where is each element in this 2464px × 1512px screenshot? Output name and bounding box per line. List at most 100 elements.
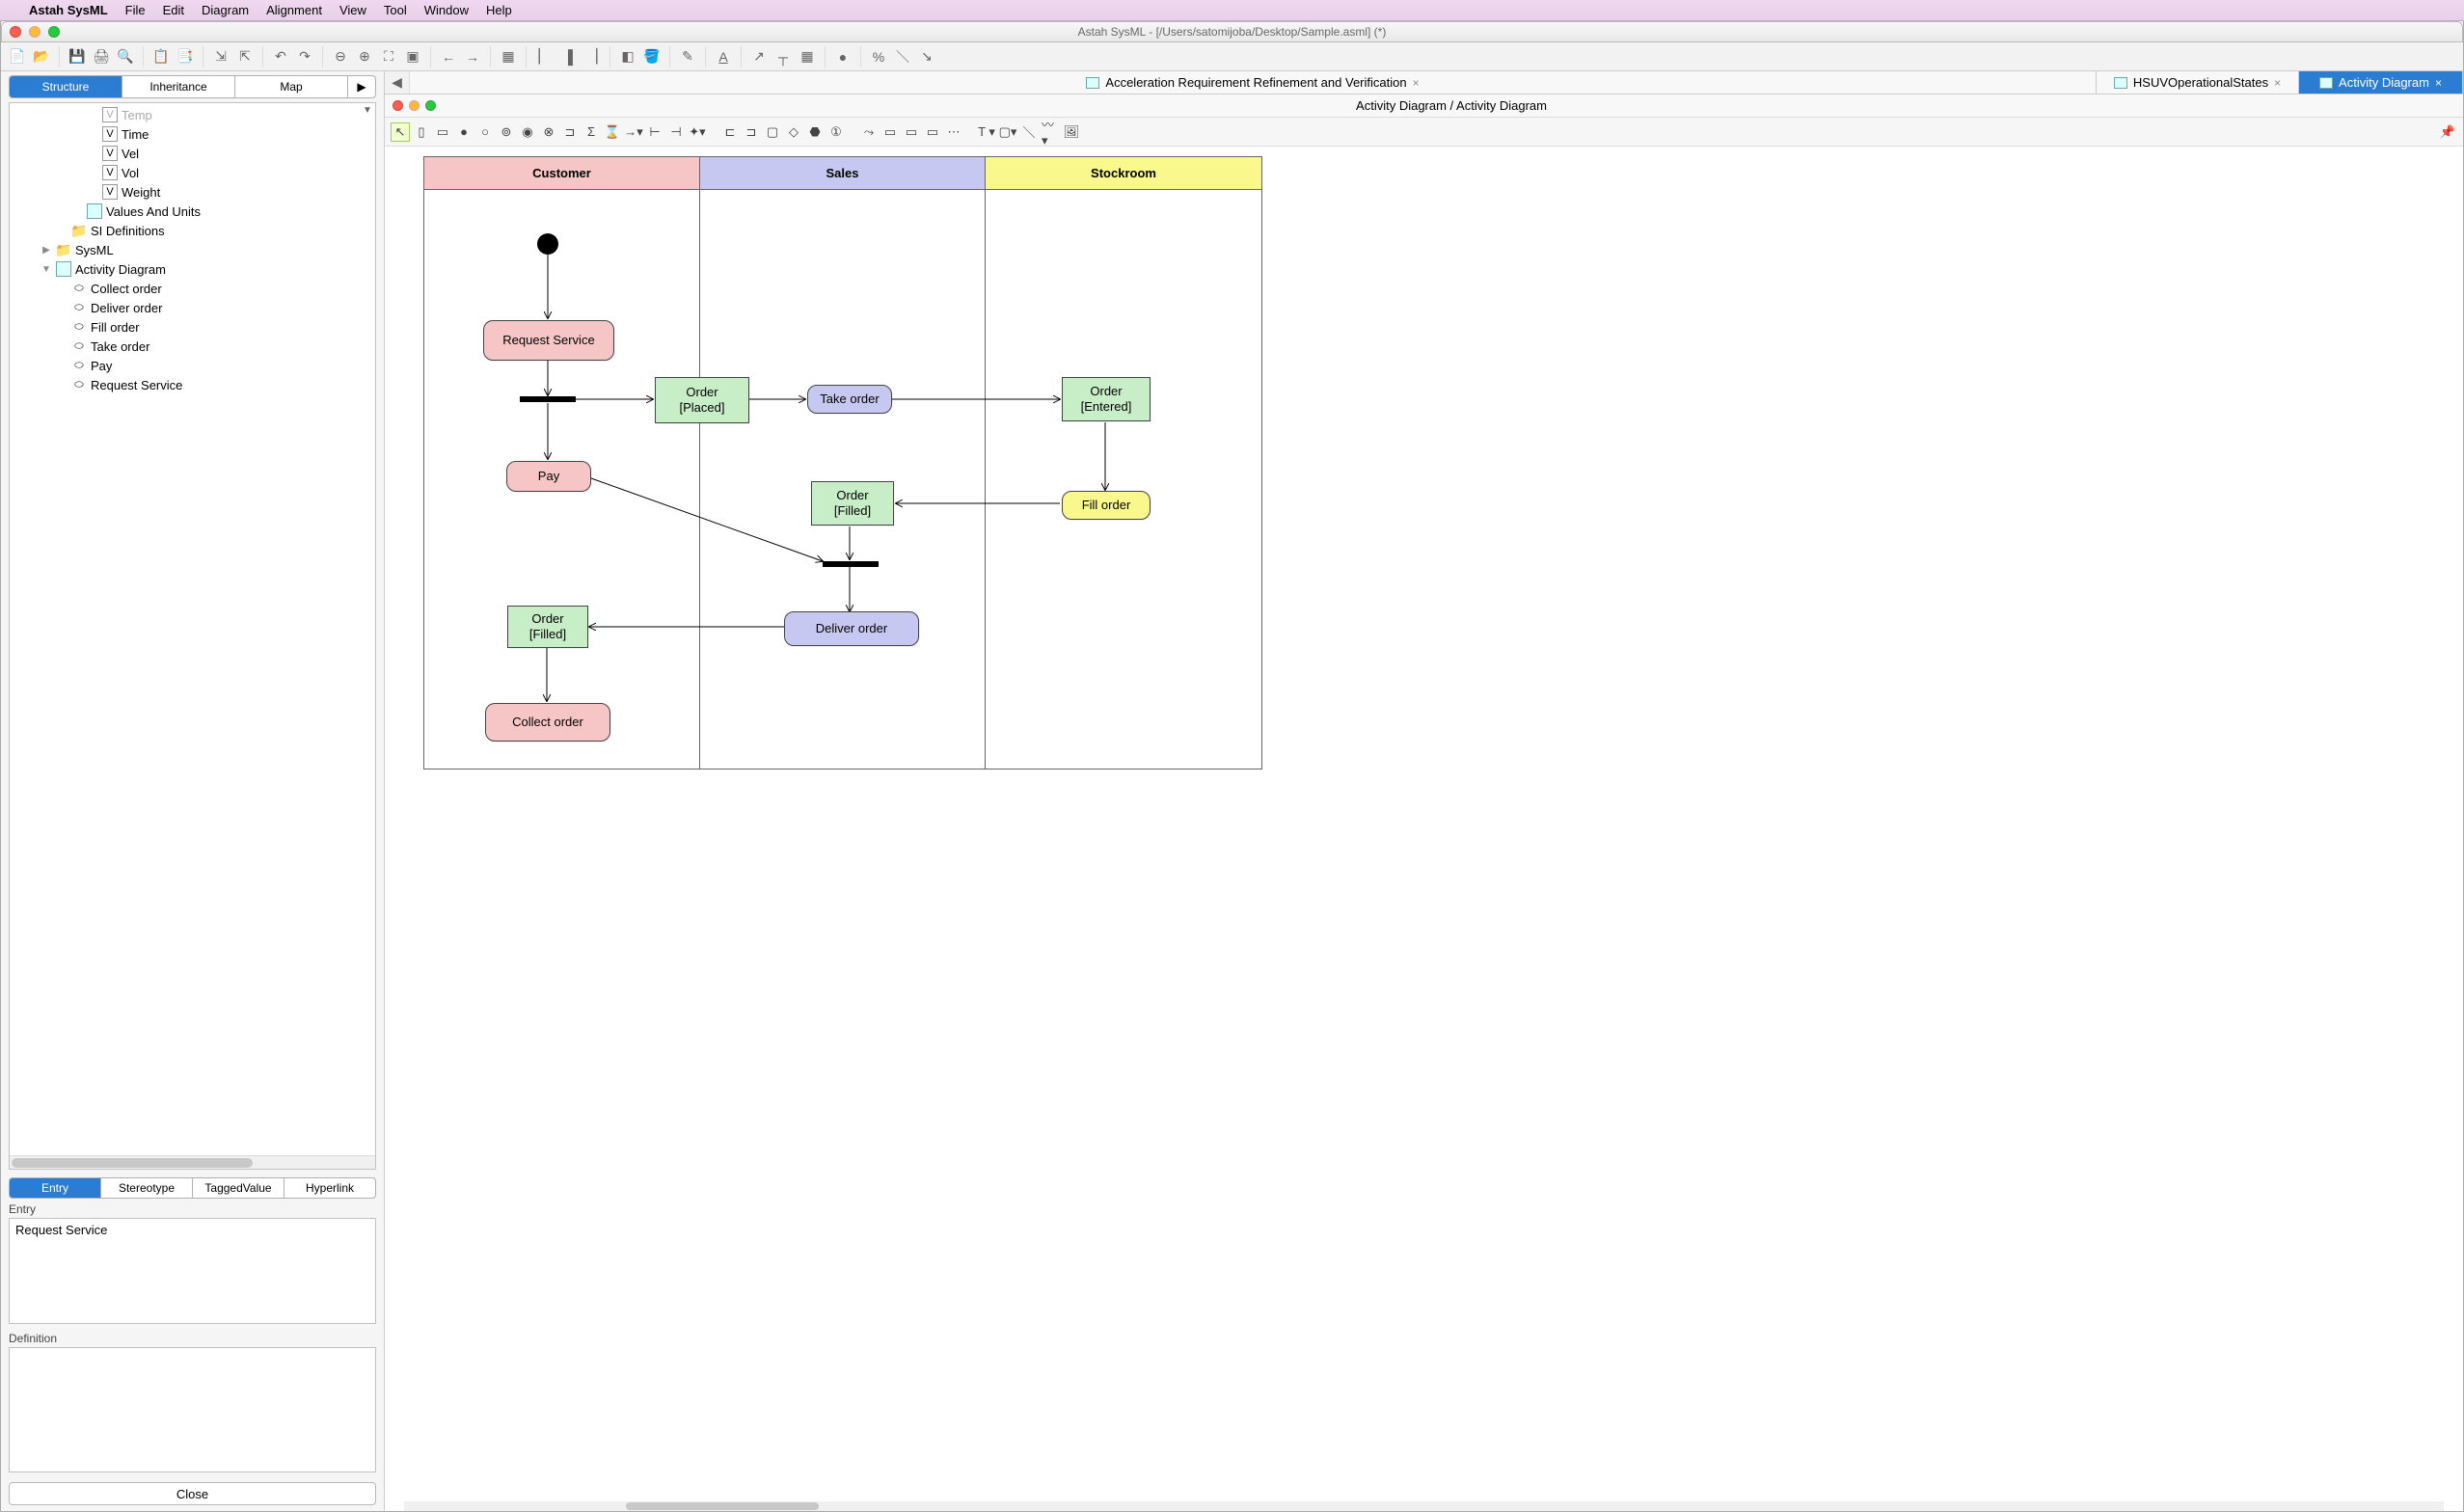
signal-send-icon[interactable]: ⊐: [560, 122, 580, 142]
node-order-placed[interactable]: Order [Placed]: [655, 377, 749, 423]
editor-tab-2[interactable]: Activity Diagram ×: [2299, 71, 2463, 94]
tree-item[interactable]: VVol: [10, 163, 375, 182]
initial-node[interactable]: [537, 233, 558, 255]
tree-list[interactable]: VTempVTimeVVelVVolVWeightValues And Unit…: [10, 103, 375, 1155]
flow-final-icon[interactable]: ⊚: [497, 122, 516, 142]
align-left-icon[interactable]: ▏: [533, 46, 555, 68]
new-file-icon[interactable]: 📄: [7, 46, 28, 68]
print-icon[interactable]: 🖨: [91, 46, 112, 68]
tab-stereotype[interactable]: Stereotype: [101, 1178, 193, 1198]
tree-item[interactable]: VVel: [10, 144, 375, 163]
canvas-hscroll[interactable]: [404, 1501, 2444, 1511]
tree-item[interactable]: ▼Activity Diagram: [10, 259, 375, 279]
tree-item[interactable]: ⬭Pay: [10, 356, 375, 375]
align-right-icon[interactable]: ▕: [582, 46, 603, 68]
print-preview-icon[interactable]: 🔍: [115, 46, 136, 68]
menu-window[interactable]: Window: [424, 3, 469, 17]
disclosure-icon[interactable]: ▼: [41, 264, 52, 275]
tree-item[interactable]: ⬭Fill order: [10, 317, 375, 337]
inner-close-icon[interactable]: [393, 100, 403, 111]
tree-item[interactable]: ⬭Deliver order: [10, 298, 375, 317]
zoom-out-icon[interactable]: ⊖: [330, 46, 351, 68]
lane-header-customer[interactable]: Customer: [424, 157, 700, 190]
tab-entry[interactable]: Entry: [10, 1178, 101, 1198]
node-request-service[interactable]: Request Service: [483, 320, 614, 361]
close-tab-icon[interactable]: ×: [2435, 76, 2442, 90]
tab-taggedvalue[interactable]: TaggedValue: [193, 1178, 284, 1198]
import-icon[interactable]: ⇱: [234, 46, 256, 68]
tree-item[interactable]: ▶📁SysML: [10, 240, 375, 259]
tree-item[interactable]: VTemp: [10, 105, 375, 124]
close-tab-icon[interactable]: ×: [1413, 76, 1420, 90]
tree-item[interactable]: VTime: [10, 124, 375, 144]
merge-icon[interactable]: ⊗: [539, 122, 558, 142]
redo-icon[interactable]: ↷: [294, 46, 315, 68]
lane-body-sales[interactable]: [700, 190, 986, 769]
tree-item[interactable]: VWeight: [10, 182, 375, 202]
node-order-filled-customer[interactable]: Order [Filled]: [507, 606, 588, 648]
arrow-style-icon[interactable]: ↘: [916, 46, 937, 68]
undo-icon[interactable]: ↶: [270, 46, 291, 68]
grid-layout-icon[interactable]: ▦: [797, 46, 818, 68]
activity-final-icon[interactable]: ◉: [518, 122, 537, 142]
datastore-icon[interactable]: ◇: [784, 122, 803, 142]
tree-item[interactable]: ⬭Take order: [10, 337, 375, 356]
app-name[interactable]: Astah SysML: [29, 3, 108, 17]
tree-hscroll[interactable]: [10, 1155, 375, 1169]
align-center-icon[interactable]: ▐: [557, 46, 579, 68]
rect-tool-icon[interactable]: ▢▾: [998, 122, 1017, 142]
inner-minimize-icon[interactable]: [409, 100, 420, 111]
disclosure-icon[interactable]: ▶: [41, 245, 52, 256]
node-collect-order[interactable]: Collect order: [485, 703, 610, 742]
tab-hyperlink[interactable]: Hyperlink: [284, 1178, 375, 1198]
zoom-select-icon[interactable]: ▣: [402, 46, 423, 68]
pin-out-icon[interactable]: ⊐: [742, 122, 761, 142]
join-bar[interactable]: [823, 561, 879, 567]
region-icon[interactable]: ▭: [880, 122, 900, 142]
final-node-icon[interactable]: ○: [475, 122, 495, 142]
tab-inheritance[interactable]: Inheritance: [122, 76, 235, 97]
initial-node-icon[interactable]: ●: [454, 122, 474, 142]
menu-view[interactable]: View: [339, 3, 366, 17]
pin-in-icon[interactable]: ⊏: [720, 122, 740, 142]
signal-recv-icon[interactable]: Σ: [582, 122, 601, 142]
accept-event-icon[interactable]: ⌛: [603, 122, 622, 142]
region2-icon[interactable]: ▭: [902, 122, 921, 142]
tab-structure[interactable]: Structure: [10, 76, 122, 97]
node-deliver-order[interactable]: Deliver order: [784, 611, 919, 646]
fork-icon[interactable]: ⊢: [645, 122, 664, 142]
menu-file[interactable]: File: [125, 3, 146, 17]
zoom-fit-icon[interactable]: ⛶: [378, 46, 399, 68]
tree-item[interactable]: ⬭Request Service: [10, 375, 375, 394]
line-tool-icon[interactable]: ＼: [1019, 122, 1039, 142]
central-buffer-icon[interactable]: ⬣: [805, 122, 825, 142]
pin-palette-icon[interactable]: 📌: [2438, 122, 2457, 142]
close-button[interactable]: Close: [9, 1482, 376, 1505]
node-fill-order[interactable]: Fill order: [1062, 491, 1151, 520]
control-flow-icon[interactable]: →▾: [624, 122, 643, 142]
tab-arrow-icon[interactable]: ▶: [348, 76, 375, 97]
open-file-icon[interactable]: 📂: [31, 46, 52, 68]
node-order-filled-sales[interactable]: Order [Filled]: [811, 481, 894, 526]
join-icon[interactable]: ⊣: [666, 122, 686, 142]
tab-map[interactable]: Map: [235, 76, 348, 97]
fill-color-icon[interactable]: 🪣: [641, 46, 663, 68]
dots-icon[interactable]: ⋯: [944, 122, 963, 142]
image-tool-icon[interactable]: 🖼: [1062, 122, 1081, 142]
note-icon[interactable]: ▭: [923, 122, 942, 142]
menu-diagram[interactable]: Diagram: [202, 3, 249, 17]
lane-header-sales[interactable]: Sales: [700, 157, 986, 190]
node-take-order[interactable]: Take order: [807, 385, 892, 414]
node-pay[interactable]: Pay: [506, 461, 591, 492]
bring-front-icon[interactable]: ◧: [617, 46, 638, 68]
tree-layout-icon[interactable]: ┬: [772, 46, 794, 68]
tree-item[interactable]: 📁SI Definitions: [10, 221, 375, 240]
partition-tool-icon[interactable]: ▯: [412, 122, 431, 142]
tree-item[interactable]: ⬭Collect order: [10, 279, 375, 298]
shape-fill-icon[interactable]: ●: [832, 46, 853, 68]
expansion-icon[interactable]: ①: [826, 122, 846, 142]
node-order-entered[interactable]: Order [Entered]: [1062, 377, 1151, 421]
select-tool-icon[interactable]: ↖: [391, 122, 410, 142]
menu-edit[interactable]: Edit: [163, 3, 184, 17]
zoom-in-icon[interactable]: ⊕: [354, 46, 375, 68]
